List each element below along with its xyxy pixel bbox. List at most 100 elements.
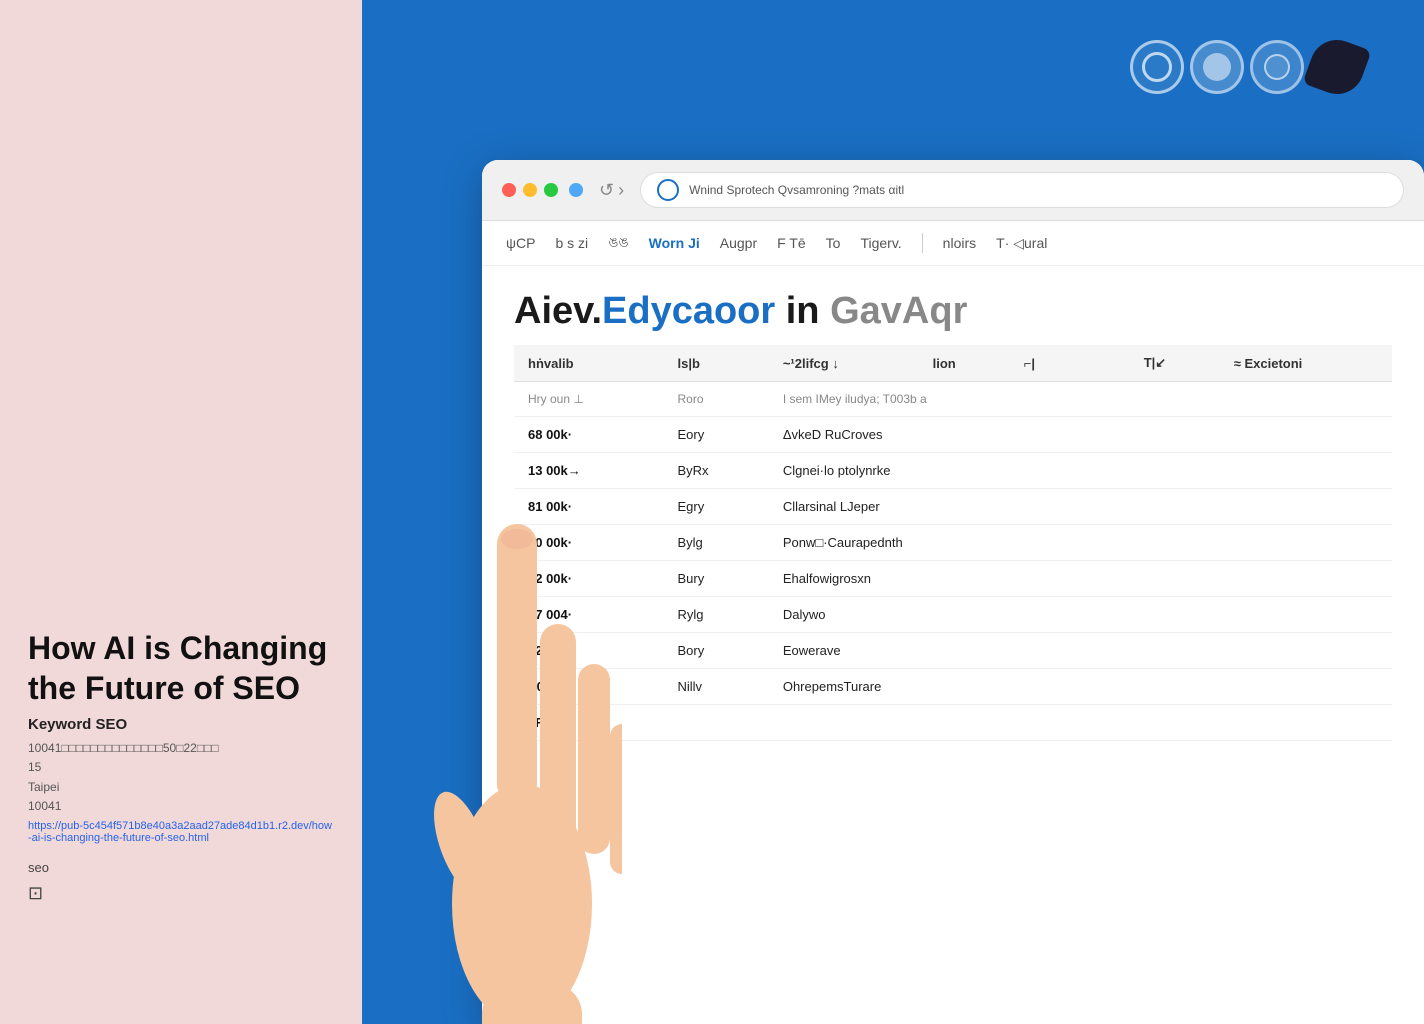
th-excietoni: ≈ Excietoni	[1220, 345, 1392, 382]
table-row: S0 00k· Nillv OhrepemsTurare	[514, 669, 1392, 705]
table-row: 8F 00k·	[514, 705, 1392, 741]
copy-icon[interactable]: ⊡	[28, 883, 334, 904]
data-table: hṅvalib ls|b ~¹2lifcg ↓ lion ⌐| T|↙ ≈ Ex…	[514, 345, 1392, 741]
cell-col2-5: Bury	[663, 561, 768, 597]
address-circle-icon	[657, 179, 679, 201]
table-row: 32 00k· Bory Eowerave	[514, 633, 1392, 669]
subh-2: Roro	[663, 382, 768, 417]
nav-item-3[interactable]: ঙঙ	[608, 231, 629, 255]
cell-col2-6: Rylg	[663, 597, 768, 633]
th-tl: T|↙	[1130, 345, 1220, 382]
nav-arrows[interactable]: ↺ ›	[599, 180, 624, 201]
nav-item-tigerv[interactable]: Tigerv.	[860, 235, 901, 251]
th-icon1: ⌐|	[1010, 345, 1080, 382]
back-arrow-icon[interactable]: ↺	[599, 180, 614, 201]
cell-vol-2: 13 00k→	[514, 453, 663, 489]
cell-col3-4: Ponw□·Caurapednth	[769, 525, 1392, 561]
cell-col2-3: Egry	[663, 489, 768, 525]
cell-vol-3: 81 00k·	[514, 489, 663, 525]
cell-col2-9	[663, 705, 768, 741]
right-panel: ↺ › Wnind Sprotech Qvsamroning ?mats αit…	[362, 0, 1424, 1024]
browser-content: Aiev.Edycaoor in GavAqr hṅvalib ls|b ~¹2…	[482, 266, 1424, 765]
traffic-light-yellow[interactable]	[523, 183, 537, 197]
deco-area	[1130, 40, 1364, 94]
browser-navbar: ψCP b s zi ঙঙ Worn Ji Augpr F Tē To Tige…	[482, 221, 1424, 266]
subh-6	[1220, 382, 1392, 417]
cell-col3-6: Dalywo	[769, 597, 1392, 633]
deco-leaf	[1302, 32, 1371, 101]
meta-id: 10041□□□□□□□□□□□□□□50□22□□□	[28, 739, 334, 758]
content-title: Aiev.Edycaoor in GavAqr	[514, 290, 1392, 333]
th-hivalib: hṅvalib	[514, 345, 663, 382]
nav-item-augpr[interactable]: Augpr	[720, 235, 757, 251]
title-part2: Edycaoor	[602, 290, 775, 332]
cell-vol-9: 8F 00k·	[514, 705, 663, 741]
nav-item-2[interactable]: b s zi	[555, 235, 588, 251]
left-panel: How AI is Changing the Future of SEO Key…	[0, 0, 362, 1024]
table-body: 68 00k· Eory ΔvkeD RuCroves 13 00k→ ByRx…	[514, 417, 1392, 741]
nav-item-worm[interactable]: Worn Ji	[649, 235, 700, 251]
table-row: 17 004· Rylg Dalywo	[514, 597, 1392, 633]
deco-circle-1	[1130, 40, 1184, 94]
cell-col3-2: Clgnei·lo ptolynrke	[769, 453, 1392, 489]
th-lstb: ls|b	[663, 345, 768, 382]
table-header-row: hṅvalib ls|b ~¹2lifcg ↓ lion ⌐| T|↙ ≈ Ex…	[514, 345, 1392, 382]
cell-col2-7: Bory	[663, 633, 768, 669]
cell-col2-2: ByRx	[663, 453, 768, 489]
deco-circle-3	[1250, 40, 1304, 94]
nav-item-nloirs[interactable]: nloirs	[943, 235, 976, 251]
table-row: 68 00k· Eory ΔvkeD RuCroves	[514, 417, 1392, 453]
nav-item-to[interactable]: To	[826, 235, 841, 251]
traffic-light-green[interactable]	[544, 183, 558, 197]
cell-col2-4: Bylg	[663, 525, 768, 561]
subh-3: I sem IMey iludya; T003b a	[769, 382, 1080, 417]
cell-col3-8: OhrepemsTurare	[769, 669, 1392, 705]
subh-5	[1130, 382, 1220, 417]
keyword-label: Keyword SEO	[28, 716, 334, 733]
cell-vol-6: 17 004·	[514, 597, 663, 633]
address-bar[interactable]: Wnind Sprotech Qvsamroning ?mats αitl	[640, 172, 1404, 208]
deco-circle-2	[1190, 40, 1244, 94]
subh-1: Hry oun ⊥	[514, 382, 663, 417]
nav-item-1[interactable]: ψCP	[506, 235, 535, 251]
tag-label: seo	[28, 860, 334, 875]
title-part1: Aiev.	[514, 290, 602, 332]
article-url[interactable]: https://pub-5c454f571b8e40a3a2aad27ade84…	[28, 820, 334, 844]
title-part3: in	[786, 290, 820, 332]
cell-vol-5: 82 00k·	[514, 561, 663, 597]
table-row: 81 00k· Egry Cllarsinal LJeper	[514, 489, 1392, 525]
table-subheader-row: Hry oun ⊥ Roro I sem IMey iludya; T003b …	[514, 382, 1392, 417]
cell-col2-1: Eory	[663, 417, 768, 453]
address-text: Wnind Sprotech Qvsamroning ?mats αitl	[689, 183, 1387, 197]
title-part4: GavAqr	[830, 290, 967, 332]
th-lifcg: ~¹2lifcg ↓	[769, 345, 919, 382]
th-blank	[1080, 345, 1130, 382]
table-row: 13 00k→ ByRx Clgnei·lo ptolynrke	[514, 453, 1392, 489]
meta-num: 15	[28, 758, 334, 777]
table-row: 80 00k· Bylg Ponw□·Caurapednth	[514, 525, 1392, 561]
cell-vol-1: 68 00k·	[514, 417, 663, 453]
forward-arrow-icon[interactable]: ›	[618, 180, 624, 201]
browser-window: ↺ › Wnind Sprotech Qvsamroning ?mats αit…	[482, 160, 1424, 1024]
traffic-lights	[502, 183, 583, 197]
cell-vol-8: S0 00k·	[514, 669, 663, 705]
th-lion: lion	[919, 345, 1010, 382]
subh-4	[1080, 382, 1130, 417]
meta-code: 10041	[28, 797, 334, 816]
traffic-light-blue[interactable]	[569, 183, 583, 197]
cell-col3-5: Ehalfowigrosxn	[769, 561, 1392, 597]
cell-col3-3: Cllarsinal LJeper	[769, 489, 1392, 525]
article-title: How AI is Changing the Future of SEO	[28, 628, 334, 708]
cell-col3-1: ΔvkeD RuCroves	[769, 417, 1392, 453]
cell-col3-7: Eowerave	[769, 633, 1392, 669]
cell-vol-7: 32 00k·	[514, 633, 663, 669]
meta-city: Taipei	[28, 778, 334, 797]
nav-item-te[interactable]: F Tē	[777, 235, 806, 251]
cell-vol-4: 80 00k·	[514, 525, 663, 561]
cell-col3-9	[769, 705, 1392, 741]
nav-divider	[922, 233, 923, 253]
nav-item-aural[interactable]: T· ◁ural	[996, 235, 1047, 252]
cell-col2-8: Nillv	[663, 669, 768, 705]
traffic-light-red[interactable]	[502, 183, 516, 197]
table-row: 82 00k· Bury Ehalfowigrosxn	[514, 561, 1392, 597]
